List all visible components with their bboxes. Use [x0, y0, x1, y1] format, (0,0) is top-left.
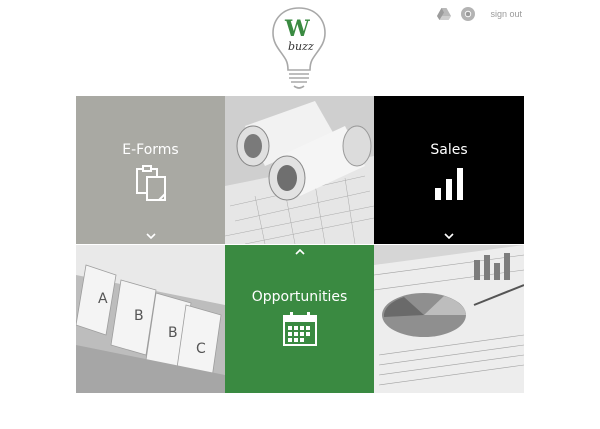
financial-report-photo: [374, 245, 524, 393]
tile-photo-index-cards: A B B C: [76, 245, 225, 393]
sign-out-link[interactable]: sign out: [490, 9, 522, 19]
svg-text:A: A: [98, 291, 108, 307]
calendar-icon: [282, 312, 317, 346]
tile-photo-financial-report: [374, 245, 524, 393]
svg-text:B: B: [134, 308, 144, 324]
tile-sales-label: Sales: [430, 142, 468, 158]
chevron-up-icon[interactable]: [294, 249, 305, 255]
chevron-down-icon[interactable]: [444, 233, 454, 239]
app-tile-grid: E-Forms Sales A B B C Opportunities: [76, 96, 524, 393]
tile-photo-blueprints: [225, 96, 374, 244]
svg-text:C: C: [196, 341, 206, 357]
chrome-icon[interactable]: [460, 6, 476, 22]
tile-e-forms-label: E-Forms: [122, 142, 179, 158]
tile-sales[interactable]: Sales: [374, 96, 524, 244]
svg-text:B: B: [168, 325, 178, 341]
header-controls: sign out: [436, 6, 522, 22]
tile-e-forms[interactable]: E-Forms: [76, 96, 225, 244]
tile-opportunities[interactable]: Opportunities: [225, 245, 374, 393]
logo-letter: W: [284, 16, 310, 42]
index-cards-photo: A B B C: [76, 245, 225, 393]
bar-chart-icon: [435, 168, 463, 200]
logo-word: buzz: [288, 40, 314, 53]
blueprint-rolls-photo: [225, 96, 374, 244]
wbuzz-logo: W buzz: [272, 7, 326, 89]
forms-clipboard-icon: [135, 165, 166, 201]
google-drive-icon[interactable]: [436, 6, 452, 22]
tile-opportunities-label: Opportunities: [251, 289, 348, 305]
chevron-down-icon[interactable]: [145, 233, 156, 239]
